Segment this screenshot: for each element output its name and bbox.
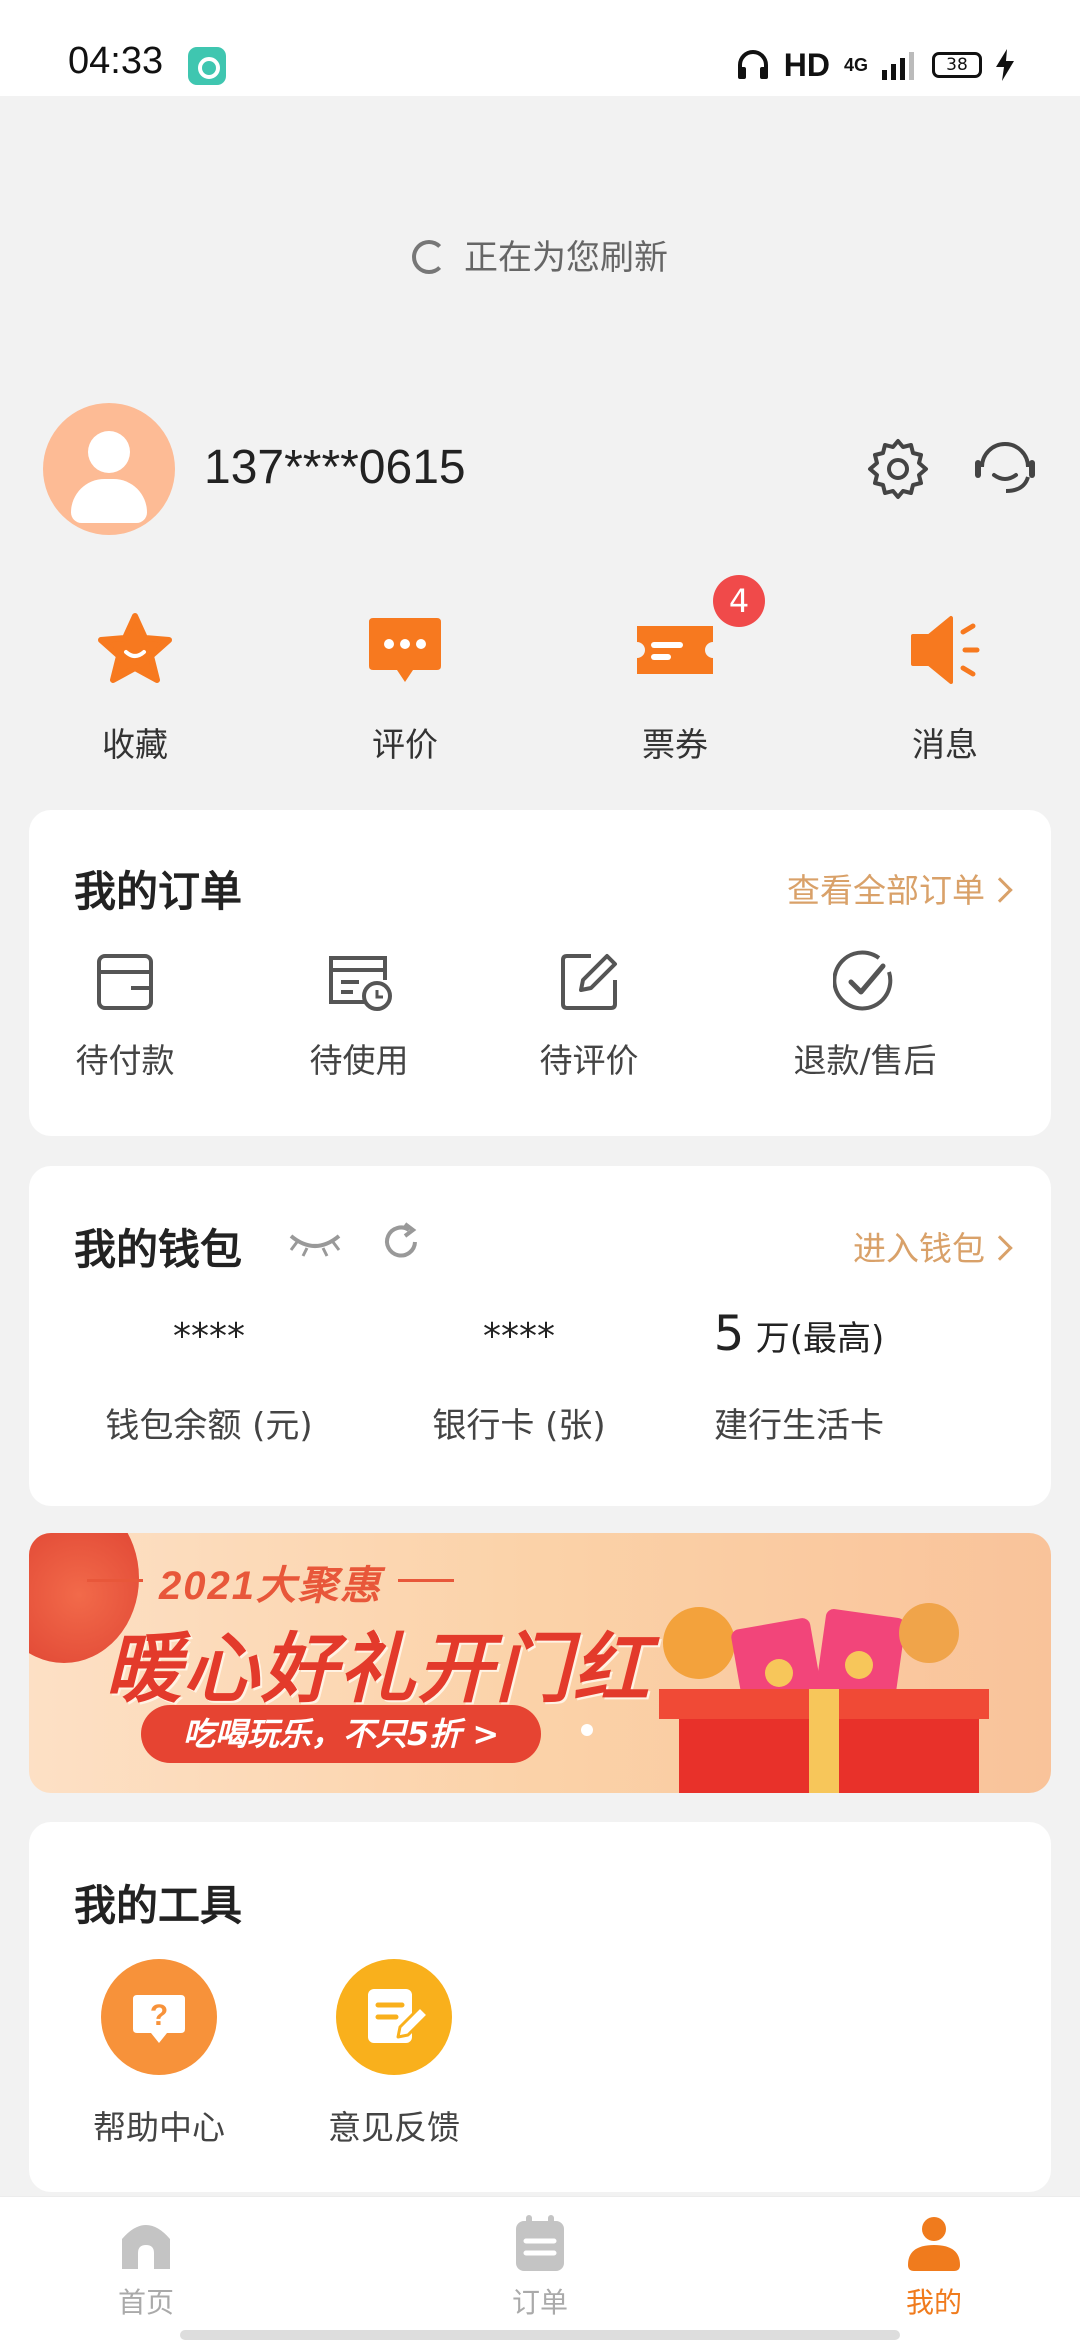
bottom-tab-bar: 首页 订单 我的 <box>0 2196 1080 2340</box>
app-notification-icon <box>188 47 226 85</box>
speaker-icon <box>911 616 980 684</box>
refresh-text: 正在为您刷新 <box>464 238 668 278</box>
loading-spinner-icon <box>412 240 446 274</box>
home-indicator <box>180 2330 900 2340</box>
tab-home-label: 首页 <box>117 2286 174 2319</box>
tab-profile[interactable]: 我的 <box>834 2215 1034 2321</box>
quick-tickets[interactable]: 票券 <box>540 610 810 770</box>
view-all-orders-link[interactable]: 查看全部订单 <box>787 864 1013 912</box>
tools-card: 我的工具 ? 帮助中心 意见反馈 <box>29 1822 1051 2192</box>
status-bar: 04:33 HD 4G 38 <box>0 0 1080 96</box>
tool-feedback[interactable]: 意见反馈 <box>304 1959 484 2149</box>
life-card-label: 建行生活卡 <box>714 1406 884 1446</box>
orders-title: 我的订单 <box>74 867 243 916</box>
carousel-dot <box>581 1724 593 1736</box>
tab-profile-label: 我的 <box>905 2286 962 2319</box>
promo-banner[interactable]: 2021大聚惠 暖心好礼开门红 吃喝玩乐，不只5折 > <box>29 1533 1051 1793</box>
quick-reviews[interactable]: 评价 <box>270 610 540 770</box>
wallet-title: 我的钱包 <box>74 1225 243 1274</box>
wallet-balance-value[interactable]: **** <box>89 1316 329 1357</box>
tab-orders-label: 订单 <box>511 2286 568 2319</box>
wallet-card-icon <box>97 954 153 1010</box>
network-hd-label: HD <box>783 46 830 83</box>
tool-help-center-label: 帮助中心 <box>93 2108 225 2147</box>
orders-card: 我的订单 查看全部订单 待付款 待使用 待评价 退款/售后 <box>29 810 1051 1136</box>
order-pending-use-label: 待使用 <box>309 1041 409 1080</box>
order-pending-review-label: 待评价 <box>539 1041 639 1080</box>
banner-title: 暖心好礼开门红 <box>105 1624 651 1713</box>
avatar-body <box>71 479 147 523</box>
tab-orders[interactable]: 订单 <box>440 2215 640 2321</box>
refresh-icon[interactable] <box>381 1222 421 1262</box>
quick-reviews-label: 评价 <box>372 725 438 764</box>
battery-icon: 38 <box>932 52 982 78</box>
order-refund-aftersale[interactable]: 退款/售后 <box>785 950 945 1082</box>
comment-icon <box>369 618 441 682</box>
banner-subtitle: 2021大聚惠 <box>87 1553 454 1611</box>
quick-messages[interactable]: 消息 <box>810 610 1080 770</box>
tab-home[interactable]: 首页 <box>46 2215 246 2321</box>
banner-cta-button[interactable]: 吃喝玩乐，不只5折 > <box>141 1705 542 1763</box>
life-card-value[interactable]: 5 万(最高) <box>669 1306 929 1362</box>
ticket-count-badge: 4 <box>713 575 765 627</box>
gift-box-illustration <box>659 1603 989 1793</box>
refresh-indicator: 正在为您刷新 <box>0 230 1080 279</box>
profile-icon <box>908 2217 960 2271</box>
order-pending-payment-label: 待付款 <box>75 1041 175 1080</box>
tool-help-center[interactable]: ? 帮助中心 <box>69 1959 249 2149</box>
gear-icon[interactable] <box>866 437 930 501</box>
quick-messages-label: 消息 <box>912 725 978 764</box>
order-pending-review[interactable]: 待评价 <box>524 950 654 1082</box>
help-icon: ? <box>101 1959 217 2075</box>
svg-text:?: ? <box>150 1999 168 2032</box>
life-card-amount: 5 <box>713 1306 745 1362</box>
wallet-balance-label: 钱包余额 (元) <box>105 1406 313 1446</box>
quick-favorites-label: 收藏 <box>102 725 168 764</box>
star-icon <box>98 613 172 683</box>
life-card-unit: 万(最高) <box>755 1319 885 1359</box>
tool-feedback-label: 意见反馈 <box>328 2108 460 2147</box>
bank-card-value[interactable]: **** <box>399 1316 639 1357</box>
orders-icon <box>516 2215 564 2271</box>
ticket-icon <box>637 626 713 674</box>
quick-actions: 收藏 评价 票券 消息 <box>0 610 1080 770</box>
enter-wallet-label: 进入钱包 <box>853 1229 985 1268</box>
tools-title: 我的工具 <box>74 1881 243 1930</box>
headphones-icon <box>737 50 768 79</box>
chevron-right-icon <box>987 877 1013 903</box>
calendar-clock-icon <box>329 956 392 1011</box>
home-icon <box>122 2225 170 2269</box>
user-phone[interactable]: 137****0615 <box>204 440 466 495</box>
check-circle-icon <box>833 950 893 1011</box>
eye-closed-icon[interactable] <box>287 1228 343 1258</box>
enter-wallet-link[interactable]: 进入钱包 <box>853 1222 1013 1270</box>
signal-icon <box>882 52 914 80</box>
edit-icon <box>561 954 617 1010</box>
avatar-head <box>88 431 130 473</box>
order-pending-use[interactable]: 待使用 <box>294 950 424 1082</box>
bank-card-label: 银行卡 (张) <box>432 1406 606 1446</box>
charging-icon <box>996 49 1014 81</box>
status-time: 04:33 <box>68 40 164 82</box>
quick-tickets-label: 票券 <box>642 725 708 764</box>
order-pending-payment[interactable]: 待付款 <box>65 950 185 1082</box>
avatar[interactable] <box>43 403 175 535</box>
view-all-orders-label: 查看全部订单 <box>787 871 985 910</box>
status-indicators: HD 4G 38 <box>736 44 1014 86</box>
order-refund-aftersale-label: 退款/售后 <box>793 1041 937 1080</box>
quick-favorites[interactable]: 收藏 <box>0 610 270 770</box>
customer-service-icon[interactable] <box>972 437 1038 501</box>
chevron-right-icon <box>987 1235 1013 1261</box>
feedback-icon <box>336 1959 452 2075</box>
signal-type-label: 4G <box>843 54 868 75</box>
wallet-card: 我的钱包 进入钱包 **** 钱包余额 (元) **** 银行卡 (张) 5 万… <box>29 1166 1051 1506</box>
